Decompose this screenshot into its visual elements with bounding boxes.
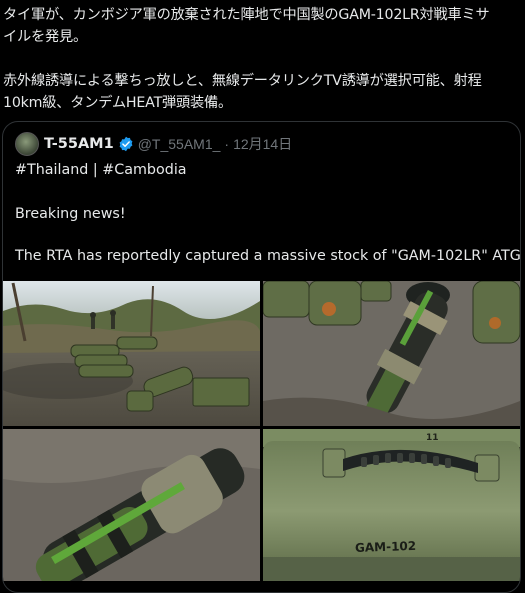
quoted-post-header: T-55AM1 @T_55AM1_ · 12月14日 [15,132,292,156]
hashtags[interactable]: #Thailand | #Cambodia [15,160,187,180]
post-line-2: イルを発見。 [3,29,87,45]
photo-gam102-marking[interactable]: GAM-102 11 [263,429,520,581]
post-line-3: 赤外線誘導による撃ちっ放しと、無線データリンクTV誘導が選択可能、射程 [3,73,482,89]
meta-separator: · [224,136,230,152]
body-text: The RTA has reportedly captured a massiv… [15,248,521,264]
photo-missile-tubes[interactable] [263,281,520,426]
avatar[interactable] [15,132,39,156]
post-line-1: タイ軍が、カンボジア軍の放棄された陣地で中国製のGAM-102LR対戦車ミサ [3,7,490,23]
photo-field-launchers[interactable] [3,281,260,426]
headline-text: Breaking news! [15,206,126,222]
quoted-post[interactable]: T-55AM1 @T_55AM1_ · 12月14日 #Thailand | #… [2,121,521,593]
author-name[interactable]: T-55AM1 [44,136,114,152]
media-grid: GAM-102 11 [3,281,520,581]
missile-small-mark: 11 [426,433,439,443]
post-line-4: 10km級、タンデムHEAT弾頭装備。 [3,95,232,111]
post-text: タイ軍が、カンボジア軍の放棄された陣地で中国製のGAM-102LR対戦車ミサ イ… [3,4,521,114]
author-handle[interactable]: @T_55AM1_ [138,136,221,152]
post-date[interactable]: 12月14日 [233,134,292,154]
photo-missile-closeup[interactable] [3,429,260,581]
missile-marking-text: GAM-102 [355,539,417,555]
verified-badge-icon [118,136,134,152]
